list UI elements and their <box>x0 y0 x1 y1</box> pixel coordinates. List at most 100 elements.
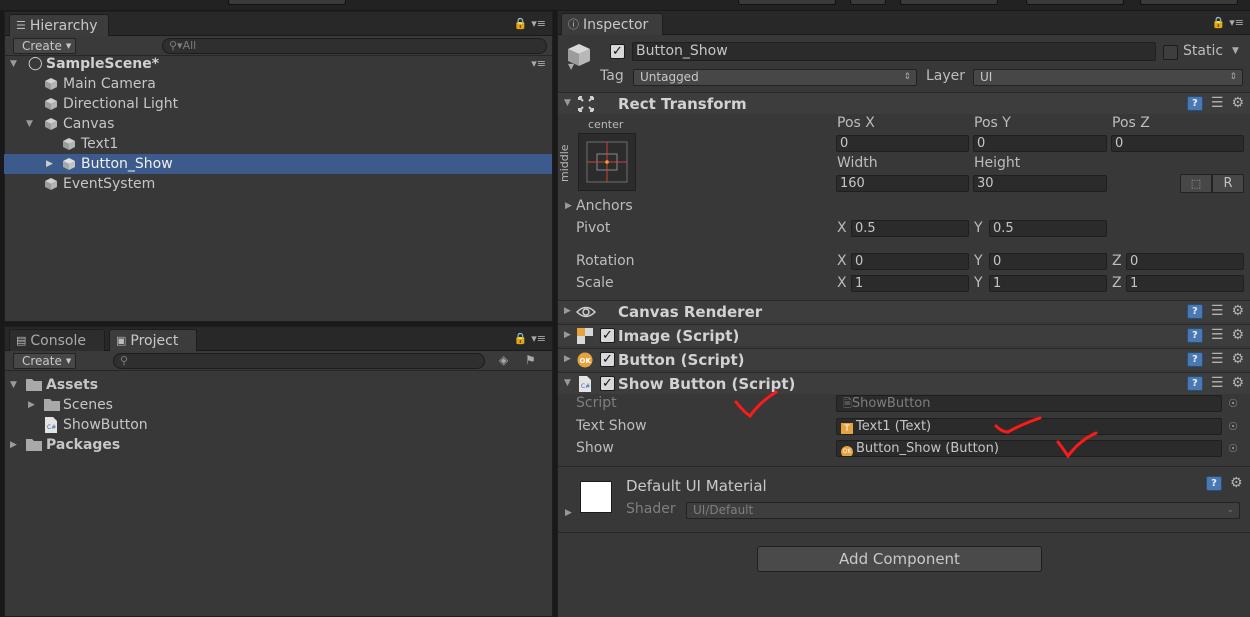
panel-menu-icon[interactable]: ▾≡ <box>531 17 546 30</box>
fold-expanded-icon[interactable]: ▼ <box>564 98 571 108</box>
gear-icon[interactable]: ⚙ <box>1230 476 1243 491</box>
object-picker-icon[interactable]: ☉ <box>1228 442 1238 455</box>
rotation-z-axis-label[interactable]: Z <box>1112 252 1122 270</box>
tab-project[interactable]: ▣ Project <box>109 329 197 351</box>
project-search-input[interactable]: ⚲ <box>113 353 485 369</box>
fold-expanded-icon[interactable]: ▼ <box>10 54 17 74</box>
lock-icon[interactable]: 🔒 <box>514 332 528 345</box>
pos-y-field[interactable]: 0 <box>973 135 1107 152</box>
help-icon[interactable]: ? <box>1186 328 1203 343</box>
panel-menu-icon[interactable]: ▾≡ <box>1229 16 1244 29</box>
image-enabled-checkbox[interactable]: ✓ <box>600 328 615 343</box>
scene-row[interactable]: ▼ ◯ SampleScene* ▾≡ <box>4 54 552 74</box>
lock-icon[interactable]: 🔒 <box>1212 16 1226 29</box>
rect-transform-header[interactable]: ▼ Rect Transform ? ☰ ⚙ <box>558 92 1250 114</box>
fold-expanded-icon[interactable]: ▼ <box>10 375 17 395</box>
help-icon[interactable]: ? <box>1186 96 1203 111</box>
pivot-y-axis-label[interactable]: Y <box>974 219 983 237</box>
rotation-x-field[interactable]: 0 <box>851 253 969 270</box>
anchor-preset-button[interactable] <box>578 133 636 191</box>
fold-expanded-icon[interactable]: ▼ <box>26 114 33 134</box>
rotation-y-field[interactable]: 0 <box>989 253 1107 270</box>
preset-sliders-icon[interactable]: ☰ <box>1211 352 1224 367</box>
fold-expanded-icon[interactable]: ▼ <box>564 378 571 388</box>
show-field[interactable]: OK Button_Show (Button) <box>836 440 1222 457</box>
button-script-header[interactable]: ▶ OK ✓ Button (Script) ? ☰ ⚙ <box>558 348 1250 370</box>
list-item[interactable]: EventSystem <box>4 174 552 194</box>
tag-dropdown[interactable]: Untagged ⇕ <box>633 69 917 86</box>
gear-icon[interactable]: ⚙ <box>1231 96 1244 111</box>
filter-by-type-icon[interactable]: ◈ <box>499 353 508 367</box>
help-icon[interactable]: ? <box>1206 476 1222 491</box>
blueprint-mode-button[interactable]: ⬚ <box>1180 174 1212 193</box>
fold-collapsed-icon[interactable]: ▶ <box>564 330 571 340</box>
fold-collapsed-icon[interactable]: ▶ <box>564 306 571 316</box>
list-item[interactable]: Text1 <box>4 134 552 154</box>
help-icon[interactable]: ? <box>1186 352 1203 367</box>
scale-y-axis-label[interactable]: Y <box>974 274 983 292</box>
material-preview-thumbnail[interactable] <box>580 481 612 513</box>
panel-controls[interactable]: 🔒 ▾≡ <box>514 332 546 345</box>
help-icon[interactable]: ? <box>1186 376 1203 391</box>
hierarchy-search-input[interactable]: ⚲▾All <box>162 38 547 54</box>
rotation-x-axis-label[interactable]: X <box>837 252 847 270</box>
list-item[interactable]: Directional Light <box>4 94 552 114</box>
layout-dropdown[interactable] <box>1140 0 1238 5</box>
pivot-y-field[interactable]: 0.5 <box>989 220 1107 237</box>
preset-sliders-icon[interactable]: ☰ <box>1211 304 1224 319</box>
gear-icon[interactable]: ⚙ <box>1231 376 1244 391</box>
panel-controls[interactable]: 🔒 ▾≡ <box>1212 16 1244 29</box>
show-button-script-header[interactable]: ▼ C# ✓ Show Button (Script) ? ☰ ⚙ <box>558 372 1250 394</box>
pivot-x-field[interactable]: 0.5 <box>851 220 969 237</box>
rotation-y-axis-label[interactable]: Y <box>974 252 983 270</box>
pivot-x-axis-label[interactable]: X <box>837 219 847 237</box>
hierarchy-create-button[interactable]: Create ▼ <box>13 38 76 54</box>
show-button-enabled-checkbox[interactable]: ✓ <box>600 376 615 391</box>
playback-controls[interactable] <box>228 0 346 5</box>
account-dropdown[interactable] <box>900 0 998 5</box>
width-field[interactable]: 160 <box>836 175 969 192</box>
add-component-button[interactable]: Add Component <box>757 546 1042 572</box>
project-create-button[interactable]: Create ▼ <box>13 353 76 369</box>
rotation-z-field[interactable]: 0 <box>1126 253 1244 270</box>
tab-inspector[interactable]: ⓘ Inspector <box>561 13 663 35</box>
static-dropdown-chevron-icon[interactable]: ▼ <box>1232 46 1239 56</box>
anchors-label[interactable]: Anchors <box>576 197 633 215</box>
gear-icon[interactable]: ⚙ <box>1231 328 1244 343</box>
tab-console[interactable]: ▤ Console <box>9 329 105 351</box>
lock-icon[interactable]: 🔒 <box>514 17 528 30</box>
static-checkbox[interactable] <box>1163 45 1178 60</box>
help-icon[interactable]: ? <box>1186 304 1203 319</box>
gear-icon[interactable]: ⚙ <box>1231 352 1244 367</box>
preset-sliders-icon[interactable]: ☰ <box>1211 96 1224 111</box>
scene-menu-icon[interactable]: ▾≡ <box>531 54 546 74</box>
scale-x-field[interactable]: 1 <box>851 275 969 292</box>
list-item[interactable]: ▼ Canvas <box>4 114 552 134</box>
gear-icon[interactable]: ⚙ <box>1231 304 1244 319</box>
tab-hierarchy[interactable]: ☰ Hierarchy <box>9 14 109 36</box>
collab-button[interactable] <box>738 0 836 5</box>
scale-y-field[interactable]: 1 <box>989 275 1107 292</box>
scale-z-field[interactable]: 1 <box>1126 275 1244 292</box>
height-field[interactable]: 30 <box>973 175 1107 192</box>
object-picker-icon[interactable]: ☉ <box>1228 420 1238 433</box>
scale-z-axis-label[interactable]: Z <box>1112 274 1122 292</box>
canvas-renderer-header[interactable]: ▶ Canvas Renderer ? ☰ ⚙ <box>558 300 1250 322</box>
anchors-fold-icon[interactable]: ▶ <box>565 201 572 211</box>
preset-sliders-icon[interactable]: ☰ <box>1211 328 1224 343</box>
pos-z-field[interactable]: 0 <box>1111 135 1244 152</box>
preset-sliders-icon[interactable]: ☰ <box>1211 376 1224 391</box>
material-fold-icon[interactable]: ▶ <box>565 508 572 518</box>
layers-dropdown[interactable] <box>1026 0 1124 5</box>
button-enabled-checkbox[interactable]: ✓ <box>600 352 615 367</box>
active-checkbox[interactable]: ✓ <box>610 44 625 59</box>
panel-controls[interactable]: 🔒 ▾≡ <box>514 17 546 30</box>
image-script-header[interactable]: ▶ ✓ Image (Script) ? ☰ ⚙ <box>558 324 1250 346</box>
cloud-button[interactable] <box>850 0 886 5</box>
scale-x-axis-label[interactable]: X <box>837 274 847 292</box>
object-name-field[interactable]: Button_Show <box>632 42 1156 61</box>
list-item[interactable]: Main Camera <box>4 74 552 94</box>
layer-dropdown[interactable]: UI ⇕ <box>973 69 1243 86</box>
list-item[interactable]: ▶ Button_Show <box>4 154 552 174</box>
fold-collapsed-icon[interactable]: ▶ <box>28 395 35 415</box>
